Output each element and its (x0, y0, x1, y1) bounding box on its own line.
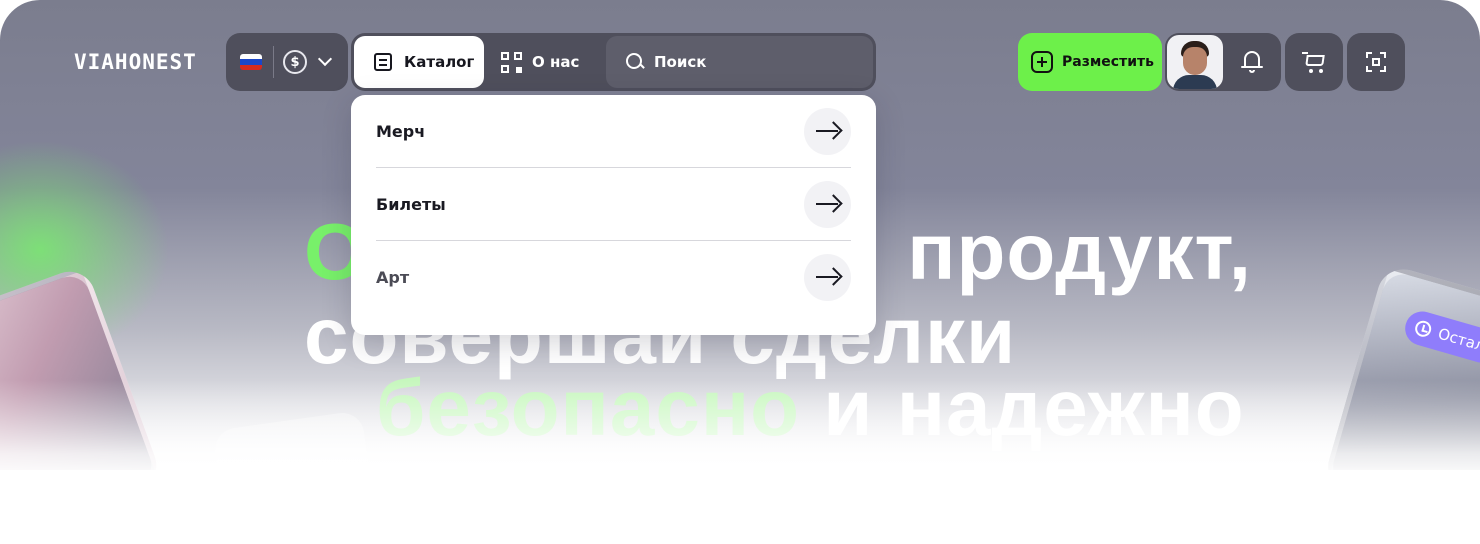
qr-icon (501, 51, 522, 73)
scan-button[interactable] (1347, 33, 1405, 91)
search-input[interactable] (654, 53, 854, 71)
catalog-item-tickets[interactable]: Билеты (376, 168, 851, 241)
clock-icon (1413, 318, 1434, 339)
brand-logo[interactable]: VIAHONEST (74, 50, 197, 74)
russia-flag-icon (240, 54, 262, 70)
cart-icon (1302, 52, 1326, 74)
arrow-right-icon[interactable] (804, 107, 851, 155)
avatar[interactable] (1167, 35, 1223, 89)
user-controls (1165, 33, 1281, 91)
currency-icon: $ (283, 50, 307, 74)
tab-about[interactable]: О нас (501, 36, 579, 88)
arrow-right-icon[interactable] (804, 180, 851, 228)
locale-selector[interactable]: $ (226, 33, 348, 91)
tab-about-label: О нас (532, 53, 580, 71)
place-listing-button[interactable]: Разместить (1018, 33, 1162, 91)
catalog-item-label: Билеты (376, 194, 446, 214)
catalog-icon (374, 53, 392, 71)
arrow-right-icon[interactable] (804, 254, 851, 301)
hero-headline-line1-rest: продукт, (907, 207, 1252, 296)
catalog-item-art[interactable]: Арт (376, 241, 851, 314)
tab-catalog[interactable]: Каталог (354, 36, 484, 88)
plus-icon (1031, 51, 1053, 73)
locale-divider (273, 46, 274, 78)
place-listing-label: Разместить (1062, 54, 1154, 70)
search-box[interactable] (606, 36, 873, 88)
cart-button[interactable] (1285, 33, 1343, 91)
catalog-item-label: Мерч (376, 121, 426, 141)
catalog-item-label: Арт (376, 268, 410, 287)
scan-icon (1366, 52, 1386, 72)
catalog-item-merch[interactable]: Мерч (376, 95, 851, 168)
chevron-down-icon (317, 51, 333, 67)
tab-catalog-label: Каталог (404, 53, 475, 71)
main-navbar: Каталог О нас (351, 33, 876, 91)
search-icon (626, 53, 644, 71)
bell-icon[interactable] (1241, 50, 1263, 74)
hero-fade (0, 380, 1480, 544)
catalog-dropdown: Мерч Билеты Арт (351, 95, 876, 335)
timer-badge-label: Остал (1436, 324, 1480, 355)
